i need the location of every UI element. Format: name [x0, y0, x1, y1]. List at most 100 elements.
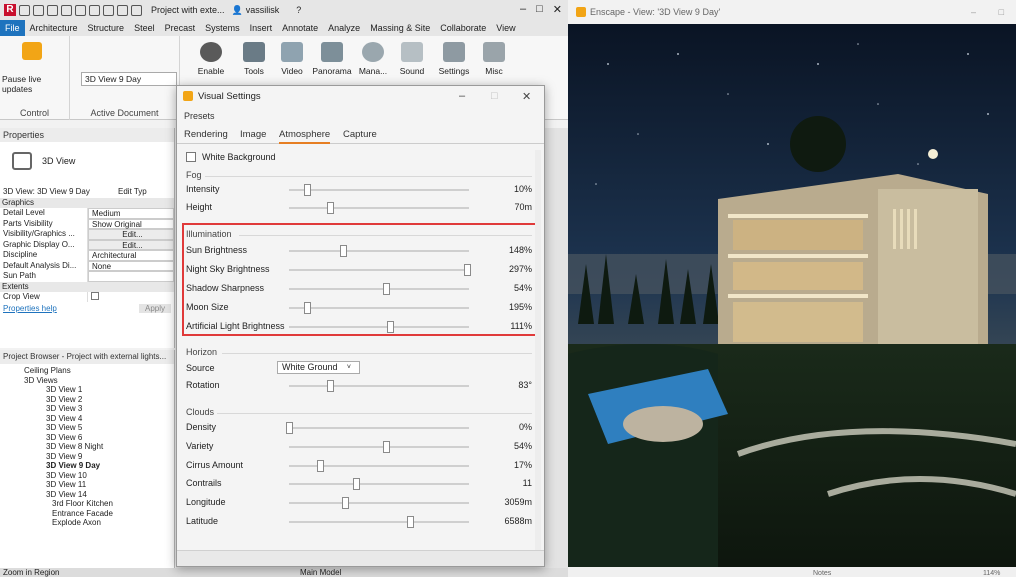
redo-icon[interactable]	[89, 4, 100, 16]
browser-item[interactable]: 3D Views	[0, 376, 174, 386]
ribbon-tab-structure[interactable]: Structure	[83, 20, 130, 36]
browser-item[interactable]: 3D View 9 Day	[0, 461, 174, 471]
white-background-checkbox[interactable]	[186, 152, 196, 162]
slider-thumb[interactable]	[383, 440, 391, 453]
horizon-source-select[interactable]: White Ground ˅	[277, 361, 360, 374]
browser-item[interactable]: 3rd Floor Kitchen	[0, 499, 174, 509]
slider-thumb[interactable]	[383, 283, 391, 295]
browser-item[interactable]: 3D View 5	[0, 423, 174, 433]
tab-capture[interactable]: Capture	[343, 129, 377, 140]
ribbon-tab-architecture[interactable]: Architecture	[25, 20, 83, 36]
browser-item[interactable]: Entrance Facade	[0, 509, 174, 519]
print-icon[interactable]	[103, 4, 114, 16]
slider-thumb[interactable]	[304, 184, 311, 196]
slider-thumb[interactable]	[304, 302, 311, 314]
open-icon[interactable]	[19, 4, 30, 16]
settings-button[interactable]: Settings	[436, 42, 472, 76]
close-icon[interactable]: ✕	[553, 3, 562, 16]
slider-thumb[interactable]	[286, 422, 293, 434]
measure-icon[interactable]	[117, 4, 128, 16]
ribbon-tab-massing-site[interactable]: Massing & Site	[365, 20, 435, 36]
shadow-sharpness-slider[interactable]	[289, 283, 469, 295]
ribbon-tab-file[interactable]: File	[0, 20, 25, 36]
browser-item[interactable]: 3D View 8 Night	[0, 442, 174, 452]
pause-live-updates[interactable]: Pause live updates	[2, 74, 69, 94]
slider-thumb[interactable]	[352, 478, 360, 491]
misc-button[interactable]: Misc	[478, 42, 510, 76]
sync-icon[interactable]	[61, 4, 72, 16]
user-icon[interactable]: 👤	[232, 5, 243, 16]
browser-item[interactable]: Ceiling Plans	[0, 366, 174, 376]
longitude-slider[interactable]	[289, 497, 469, 510]
density-slider[interactable]	[286, 422, 469, 434]
height-slider[interactable]	[289, 202, 469, 214]
night-sky-brightness-slider[interactable]	[289, 264, 472, 276]
crop-view-checkbox[interactable]	[91, 291, 99, 300]
edit-type-button[interactable]: Edit Typ	[118, 186, 147, 198]
property-value[interactable]: Medium	[88, 208, 174, 219]
ribbon-tab-analyze[interactable]: Analyze	[323, 20, 365, 36]
property-value[interactable]: Edit...	[88, 229, 174, 240]
active-document-select[interactable]: 3D View 9 Day	[81, 72, 177, 86]
manage-button[interactable]: Mana...	[356, 42, 390, 76]
ribbon-tab-annotate[interactable]: Annotate	[277, 20, 323, 36]
dialog-close-icon[interactable]: ✕	[522, 90, 531, 103]
group-graphics[interactable]: Graphics	[0, 198, 174, 208]
sun-brightness-slider[interactable]	[289, 245, 469, 257]
view-selector[interactable]: 3D View: 3D View 9 Day	[3, 186, 118, 198]
enscape-maximize-icon[interactable]: □	[999, 7, 1004, 17]
browser-item[interactable]: Explode Axon	[0, 518, 174, 528]
dialog-scrollbar[interactable]	[535, 150, 541, 550]
revit-logo-icon[interactable]: R	[4, 4, 16, 16]
contrails-slider[interactable]	[289, 478, 469, 491]
ribbon-tab-insert[interactable]: Insert	[245, 20, 278, 36]
browser-item[interactable]: 3D View 11	[0, 480, 174, 490]
ribbon-tab-systems[interactable]: Systems	[200, 20, 245, 36]
browser-item[interactable]: 3D View 10	[0, 471, 174, 481]
latitude-slider[interactable]	[289, 516, 469, 528]
tab-atmosphere[interactable]: Atmosphere	[279, 129, 331, 144]
model-selector[interactable]: Main Model	[300, 568, 341, 577]
slider-thumb[interactable]	[464, 264, 472, 276]
ribbon-tab-view[interactable]: View	[491, 20, 520, 36]
slider-thumb[interactable]	[327, 202, 335, 214]
browser-item[interactable]: 3D View 3	[0, 404, 174, 414]
notes-button[interactable]: Notes	[813, 570, 832, 577]
moon-size-slider[interactable]	[289, 302, 469, 314]
maximize-icon[interactable]: □	[536, 3, 543, 16]
rotation-slider[interactable]	[289, 380, 469, 392]
slider-thumb[interactable]	[386, 321, 394, 333]
slider-thumb[interactable]	[341, 497, 349, 510]
property-value[interactable]: None	[88, 260, 174, 271]
text-icon[interactable]	[131, 4, 142, 16]
slider-thumb[interactable]	[340, 245, 347, 257]
user-name[interactable]: vassilisk	[246, 5, 280, 15]
properties-help-link[interactable]: Properties help	[3, 304, 57, 313]
tools-button[interactable]: Tools	[238, 42, 270, 76]
browser-item[interactable]: 3D View 4	[0, 414, 174, 424]
help-icon[interactable]: ?	[296, 5, 301, 15]
ribbon-tab-collaborate[interactable]: Collaborate	[435, 20, 491, 36]
property-value[interactable]	[88, 271, 174, 282]
apply-button[interactable]: Apply	[138, 304, 171, 313]
enscape-logo-icon[interactable]	[22, 42, 42, 60]
minimize-icon[interactable]: –	[520, 3, 526, 16]
property-value[interactable]: Architectural	[88, 250, 174, 261]
panorama-button[interactable]: Panorama	[312, 42, 352, 76]
group-extents[interactable]: Extents	[0, 281, 174, 292]
property-value[interactable]: Edit...	[88, 239, 174, 250]
open-folder-icon[interactable]	[33, 4, 44, 16]
tab-rendering[interactable]: Rendering	[184, 129, 228, 140]
undo-icon[interactable]	[75, 4, 86, 16]
cirrus-amount-slider[interactable]	[289, 459, 469, 472]
intensity-slider[interactable]	[289, 184, 469, 196]
sound-button[interactable]: Sound	[396, 42, 428, 76]
browser-item[interactable]: 3D View 9	[0, 452, 174, 462]
enscape-render-viewport[interactable]: Notes 114%	[568, 24, 1016, 577]
save-icon[interactable]	[47, 4, 58, 16]
tab-image[interactable]: Image	[240, 129, 266, 140]
enable-button[interactable]: Enable	[194, 42, 228, 76]
artificial-light-brightness-slider[interactable]	[289, 321, 469, 333]
video-button[interactable]: Video	[276, 42, 308, 76]
browser-item[interactable]: 3D View 6	[0, 433, 174, 443]
